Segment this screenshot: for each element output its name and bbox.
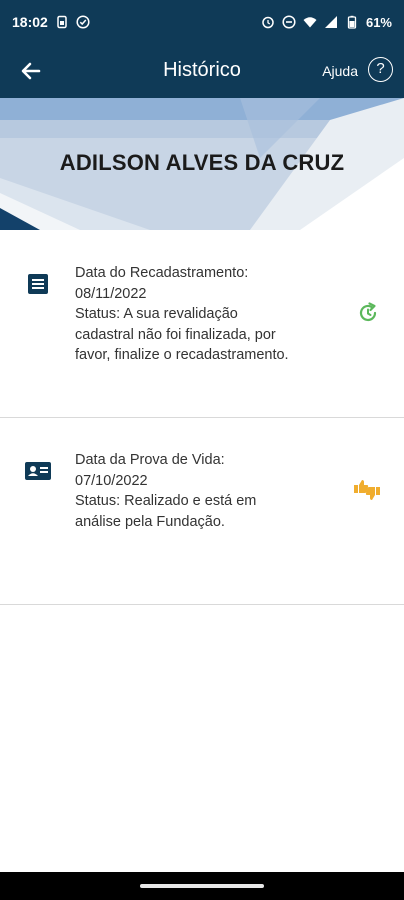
battery-percent: 61% [365, 14, 392, 30]
status-right: 61% [261, 15, 392, 30]
help-question-icon[interactable]: ? [368, 57, 393, 82]
history-status-line: Status: Realizado e está em [75, 493, 257, 509]
history-item-prova-de-vida[interactable]: Data da Prova de Vida: 07/10/2022 Status… [0, 417, 404, 605]
status-left: 18:02 [12, 14, 90, 30]
pending-refresh-icon [359, 302, 377, 322]
home-gesture-pill[interactable] [140, 884, 264, 888]
do-not-disturb-check-icon [76, 15, 90, 29]
app-bar: Histórico Ajuda ? [0, 44, 404, 98]
signal-icon [324, 16, 337, 28]
history-date-label: Data do Recadastramento: [75, 265, 249, 281]
history-date-label: Data da Prova de Vida: [75, 452, 225, 468]
history-status-line: Status: A sua revalidação [75, 306, 238, 322]
history-item-recadastramento[interactable]: Data do Recadastramento: 08/11/2022 Stat… [0, 230, 404, 418]
do-not-disturb-icon [282, 15, 296, 29]
user-name: ADILSON ALVES DA CRUZ [59, 150, 345, 175]
wifi-icon [303, 17, 317, 28]
sim-icon [57, 15, 67, 29]
alarm-icon [262, 16, 274, 29]
history-date-value: 07/10/2022 [75, 472, 148, 489]
history-status-line: cadastral não foi finalizada, por [75, 326, 276, 343]
status-bar: 18:02 61% [0, 0, 404, 44]
history-date-value: 08/11/2022 [75, 285, 147, 302]
profile-banner: ADILSON ALVES DA CRUZ [0, 98, 404, 230]
battery-icon [347, 15, 357, 29]
history-status-line: favor, finalize o recadastramento. [75, 347, 289, 363]
history-status-line: análise pela Fundação. [75, 513, 225, 530]
status-time: 18:02 [12, 14, 48, 30]
help-button[interactable]: Ajuda [322, 63, 358, 79]
thumbs-up-down-icon [354, 480, 380, 500]
history-item-text: Data do Recadastramento: 08/11/2022 Stat… [75, 263, 340, 366]
id-card-icon [25, 462, 51, 480]
system-navigation-bar [0, 872, 404, 900]
document-list-icon [28, 274, 48, 294]
history-item-text: Data da Prova de Vida: 07/10/2022 Status… [75, 450, 340, 532]
